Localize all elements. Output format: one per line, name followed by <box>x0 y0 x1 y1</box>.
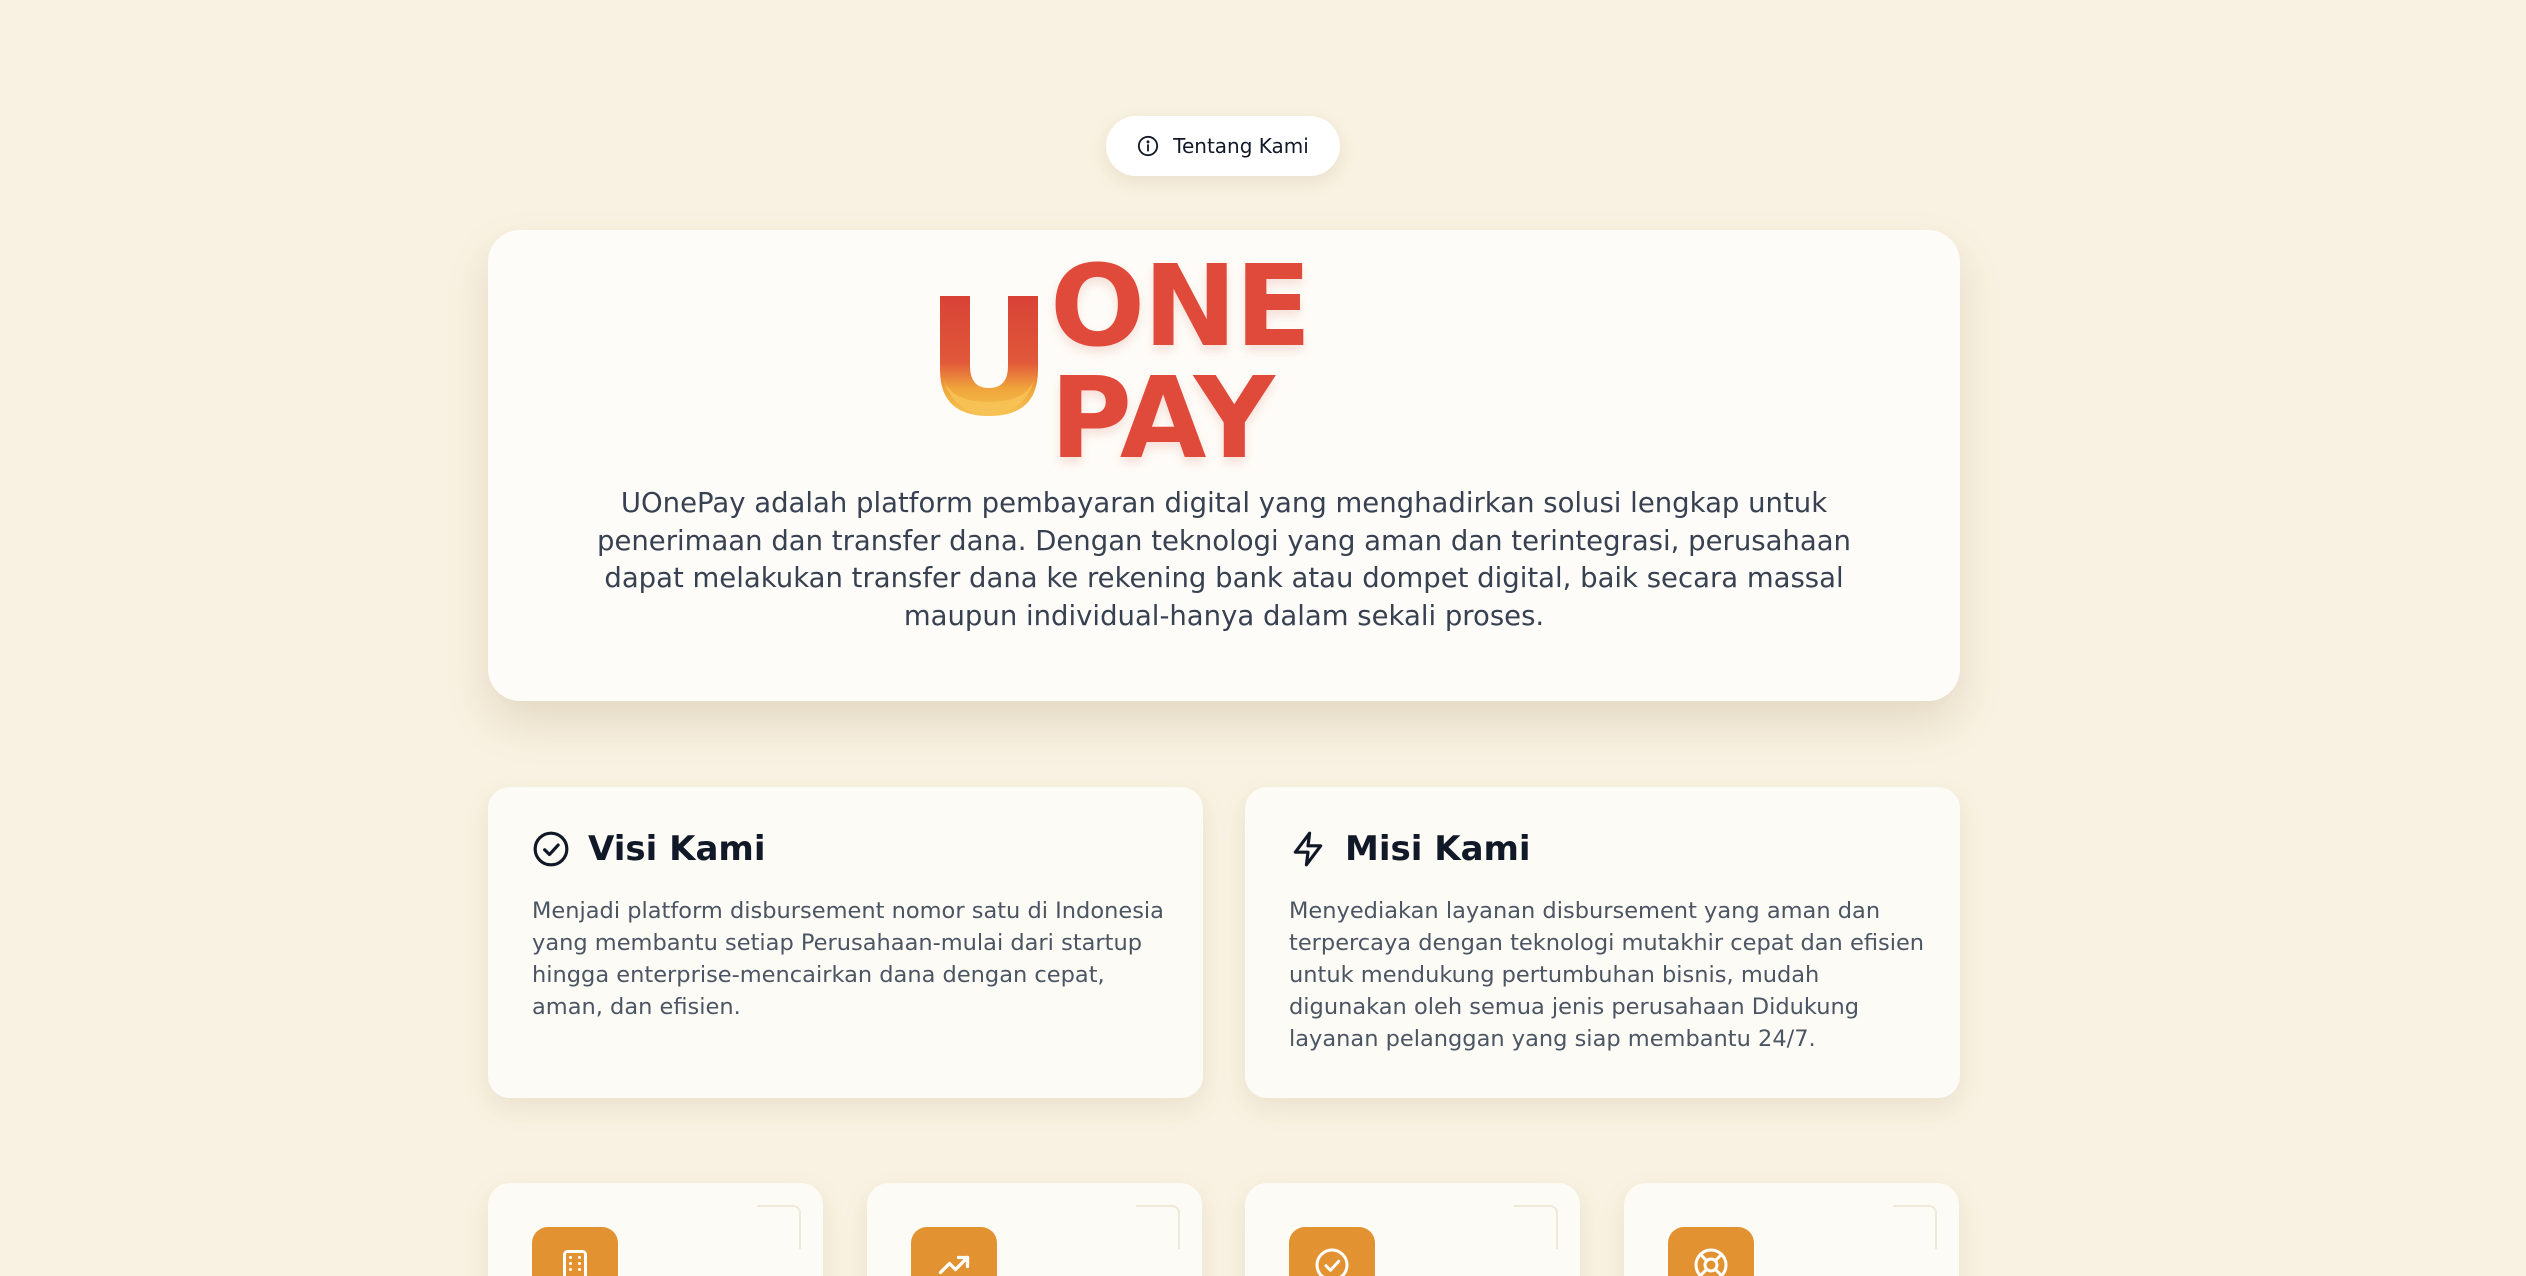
feature-icon-badge <box>1289 1227 1375 1276</box>
vision-text: Menjadi platform disbursement nomor satu… <box>532 898 1164 1020</box>
building-icon <box>563 1250 587 1276</box>
feature-icon-badge <box>1668 1227 1754 1276</box>
mission-text: Menyediakan layanan disbursement yang am… <box>1289 898 1925 1052</box>
check-circle-icon <box>1315 1248 1349 1276</box>
uonepay-logo: ONE PAY <box>936 251 1516 475</box>
feature-card-1 <box>488 1183 823 1276</box>
check-circle-icon <box>533 831 569 867</box>
lightning-icon <box>1293 831 1323 867</box>
feature-icon-badge <box>532 1227 618 1276</box>
about-section: Tentang Kami ONE PAY UOnePay adalah plat… <box>0 0 2526 1276</box>
card-corner-decoration <box>757 1205 801 1249</box>
mission-card: Misi Kami Menyediakan layanan disburseme… <box>1245 787 1960 1098</box>
vision-title: Visi Kami <box>588 829 766 869</box>
support-icon <box>1694 1248 1728 1276</box>
feature-icon-badge <box>911 1227 997 1276</box>
card-corner-decoration <box>1514 1205 1558 1249</box>
card-corner-decoration <box>1136 1205 1180 1249</box>
about-us-label: Tentang Kami <box>1173 134 1309 158</box>
mission-title: Misi Kami <box>1345 829 1531 869</box>
logo-wordmark: ONE PAY <box>1050 242 1311 484</box>
hero-card: ONE PAY UOnePay adalah platform pembayar… <box>488 230 1960 701</box>
mission-header: Misi Kami <box>1289 829 1531 869</box>
hero-description: UOnePay adalah platform pembayaran digit… <box>596 487 1851 632</box>
feature-card-2 <box>867 1183 1202 1276</box>
about-us-badge: Tentang Kami <box>1106 116 1340 176</box>
u-logo-mark <box>940 296 1038 416</box>
trending-up-icon <box>938 1255 970 1275</box>
info-icon <box>1138 135 1159 157</box>
vision-header: Visi Kami <box>532 829 765 869</box>
feature-card-4 <box>1624 1183 1959 1276</box>
vision-card: Visi Kami Menjadi platform disbursement … <box>488 787 1203 1098</box>
feature-card-3 <box>1245 1183 1580 1276</box>
card-corner-decoration <box>1893 1205 1937 1249</box>
